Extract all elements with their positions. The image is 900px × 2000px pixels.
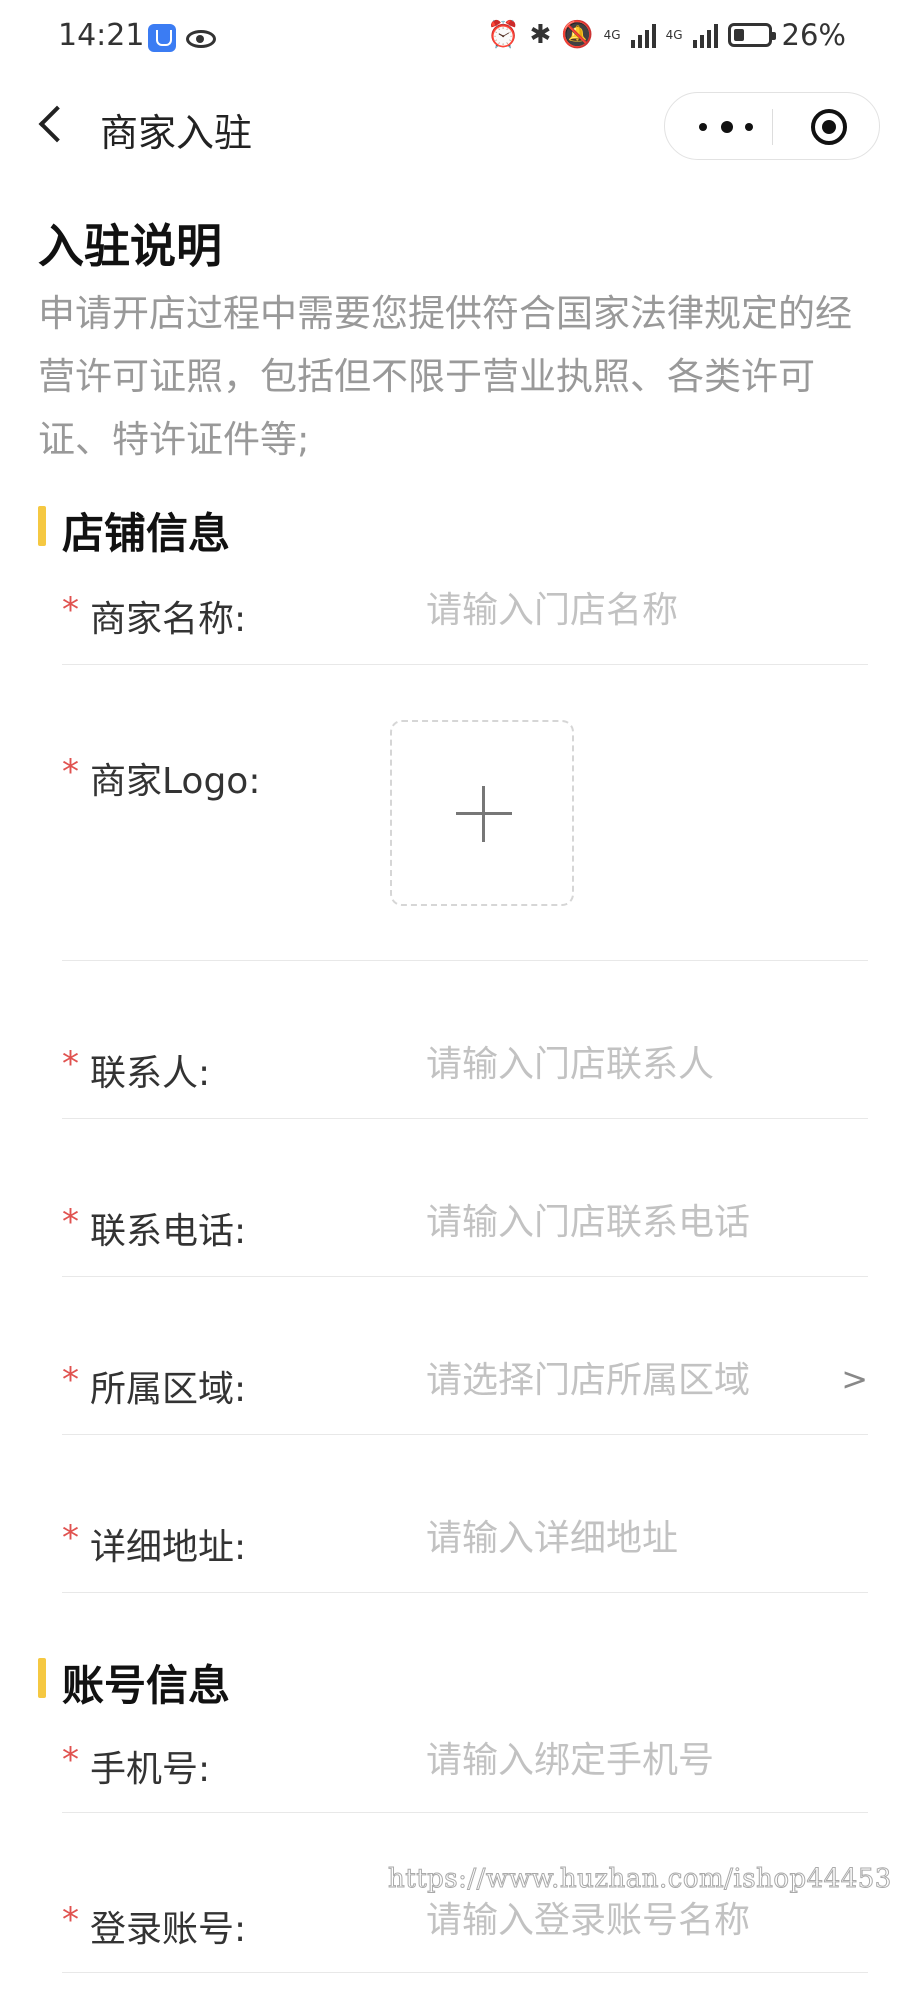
field-label: 联系电话: <box>90 1211 247 1252</box>
security-shield-icon <box>148 24 176 52</box>
plus-icon <box>456 786 512 842</box>
battery-icon <box>727 23 776 47</box>
store-name-input[interactable] <box>426 590 846 631</box>
phone-row: * 联系电话: <box>62 1118 868 1277</box>
required-mark: * <box>62 1202 79 1242</box>
logo-upload-button[interactable] <box>390 720 574 906</box>
region-row[interactable]: * 所属区域: > <box>62 1276 868 1435</box>
store-section-header: 店铺信息 <box>38 500 438 558</box>
store-name-row: * 商家名称: <box>62 568 868 665</box>
network-label-1: 4G <box>603 28 621 42</box>
intro-title: 入驻说明 <box>38 219 222 273</box>
required-mark: * <box>62 1518 79 1558</box>
field-label: 所属区域: <box>90 1369 247 1410</box>
eye-icon <box>186 30 216 48</box>
chevron-right-icon: > <box>841 1360 868 1398</box>
store-logo-row: * 商家Logo: <box>62 664 868 961</box>
required-mark: * <box>62 1360 79 1400</box>
more-icon[interactable] <box>699 118 759 136</box>
network-label-2: 4G <box>665 28 683 42</box>
required-mark: * <box>62 1900 79 1940</box>
contact-row: * 联系人: <box>62 960 868 1119</box>
field-label: 联系人: <box>90 1053 211 1094</box>
status-time: 14:21 <box>58 18 145 53</box>
mobile-row: * 手机号: <box>62 1720 868 1813</box>
login-account-input[interactable] <box>426 1900 846 1941</box>
required-mark: * <box>62 752 79 792</box>
phone-input[interactable] <box>426 1202 846 1243</box>
field-label: 手机号: <box>90 1749 211 1790</box>
miniprogram-capsule <box>664 92 880 160</box>
section-title: 店铺信息 <box>62 509 231 558</box>
address-input[interactable] <box>426 1518 846 1559</box>
bluetooth-icon: ✱ <box>529 20 552 50</box>
mute-bell-icon: 🔕 <box>561 20 594 50</box>
field-label: 商家名称: <box>90 599 247 640</box>
watermark-text: https://www.huzhan.com/ishop44453 <box>388 1864 892 1895</box>
signal-icon-2 <box>692 22 718 48</box>
region-select[interactable] <box>426 1360 806 1401</box>
section-accent-bar <box>38 506 46 546</box>
required-mark: * <box>62 1740 79 1780</box>
battery-percent: 26% <box>781 18 846 52</box>
contact-input[interactable] <box>426 1044 846 1085</box>
capsule-divider <box>772 109 773 145</box>
nav-bar: 商家入驻 <box>0 78 900 178</box>
intro-text: 申请开店过程中需要您提供符合国家法律规定的经营许可证照，包括但不限于营业执照、各… <box>38 292 852 461</box>
status-indicators: ⏰ ✱ 🔕 4G 4G 26% <box>487 18 846 52</box>
back-icon[interactable] <box>38 105 76 143</box>
close-target-icon[interactable] <box>811 109 847 145</box>
signal-icon <box>630 22 656 48</box>
section-accent-bar <box>38 1658 46 1698</box>
mobile-input[interactable] <box>426 1740 846 1781</box>
alarm-icon: ⏰ <box>487 20 520 50</box>
account-section-header: 账号信息 <box>38 1652 438 1710</box>
page-title: 商家入驻 <box>100 111 253 155</box>
required-mark: * <box>62 590 79 630</box>
address-row: * 详细地址: <box>62 1434 868 1593</box>
section-title: 账号信息 <box>62 1661 231 1710</box>
status-bar: 14:21 ⏰ ✱ 🔕 4G 4G 26% <box>0 0 900 78</box>
field-label: 登录账号: <box>90 1909 247 1950</box>
required-mark: * <box>62 1044 79 1084</box>
field-label: 详细地址: <box>90 1527 247 1568</box>
field-label: 商家Logo: <box>90 761 261 802</box>
